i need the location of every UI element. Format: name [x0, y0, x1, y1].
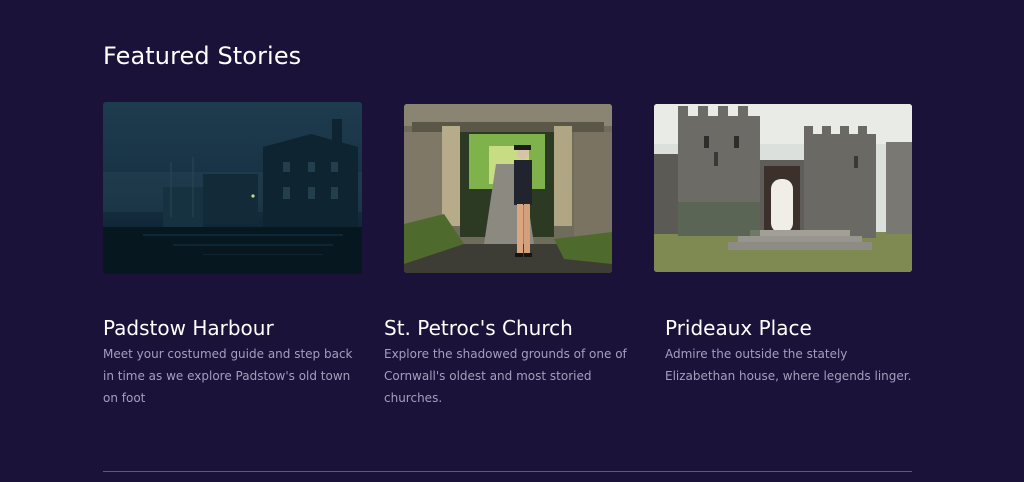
story-image-padstow-harbour[interactable] — [103, 102, 362, 274]
story-description: Admire the outside the stately Elizabeth… — [665, 347, 912, 383]
story-description: Meet your costumed guide and step back i… — [103, 347, 353, 405]
section-divider — [103, 471, 912, 472]
harbour-night-photo-icon — [103, 102, 362, 274]
story-card-st-petrocs-church[interactable]: St. Petroc's Church Explore the shadowed… — [384, 0, 644, 420]
story-image-prideaux-place[interactable] — [654, 104, 912, 272]
church-lychgate-guide-photo-icon — [404, 104, 612, 273]
castle-gatehouse-photo-icon — [654, 104, 912, 272]
story-image-st-petrocs-church[interactable] — [404, 104, 612, 273]
story-card-padstow-harbour[interactable]: Padstow Harbour Meet your costumed guide… — [103, 0, 363, 420]
story-title[interactable]: Padstow Harbour — [103, 316, 274, 340]
story-title[interactable]: St. Petroc's Church — [384, 316, 573, 340]
story-description: Explore the shadowed grounds of one of C… — [384, 347, 627, 405]
story-card-prideaux-place[interactable]: Prideaux Place Admire the outside the st… — [654, 0, 925, 420]
story-title[interactable]: Prideaux Place — [665, 316, 812, 340]
